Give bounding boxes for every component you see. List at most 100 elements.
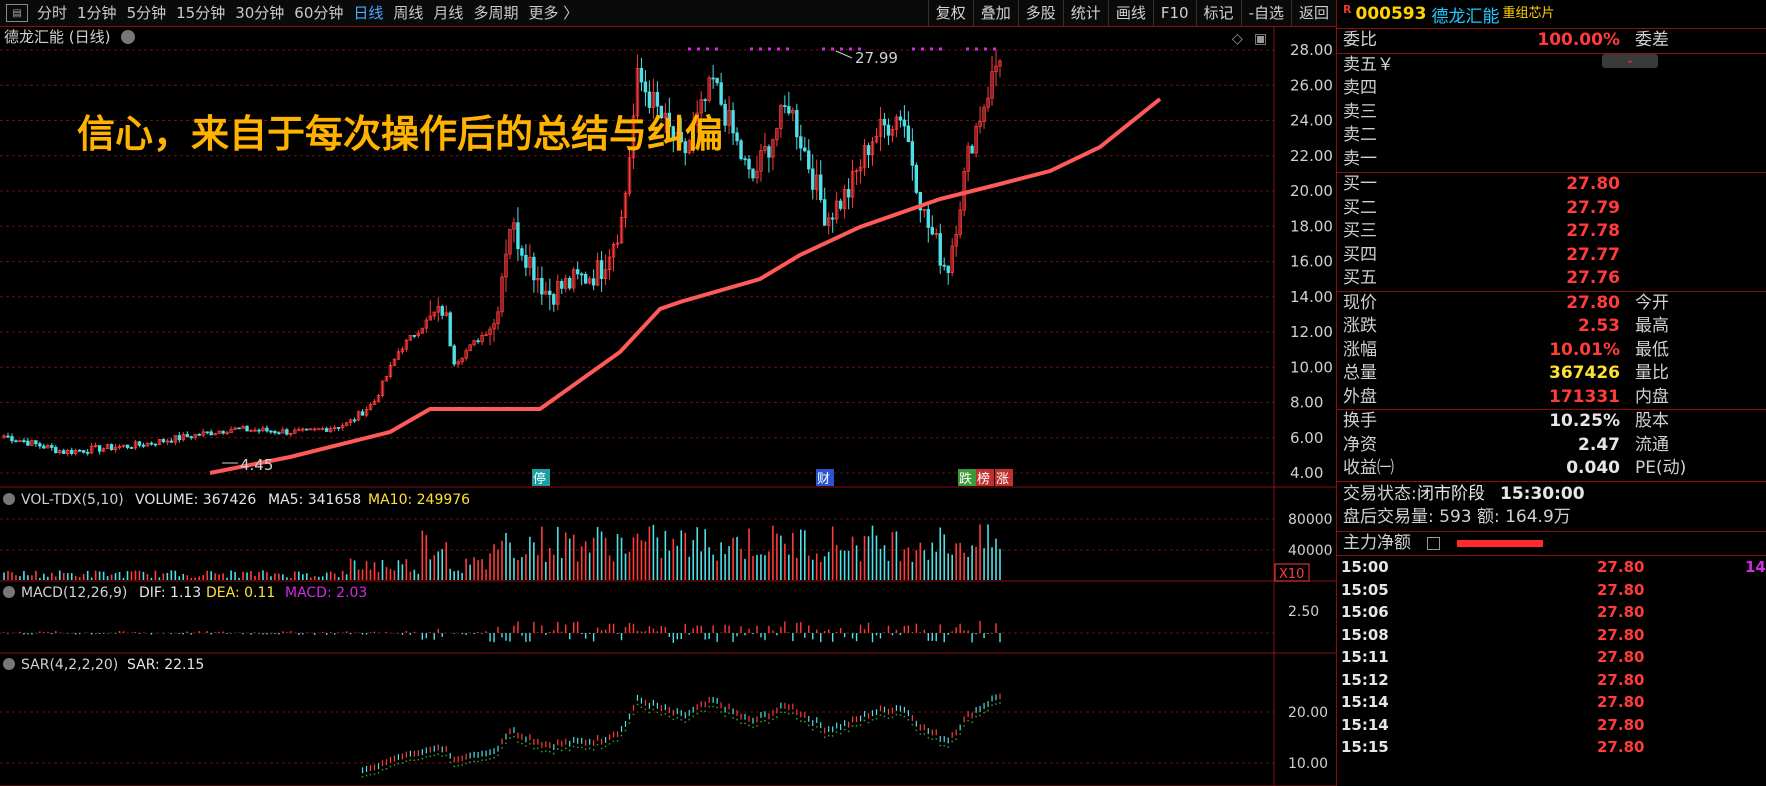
sell-row[interactable]: 卖三 — [1337, 101, 1766, 125]
quote-row: 外盘 171331 内盘 — [1337, 386, 1766, 410]
period-tab-3[interactable]: 15分钟 — [171, 0, 230, 27]
tick-price: 27.80 — [1597, 603, 1645, 621]
quote-value: 2.53 — [1578, 316, 1620, 336]
tick-row[interactable]: 15:11 27.80 — [1337, 646, 1766, 669]
vol-volume: VOLUME: 367426 — [135, 492, 256, 508]
quote-value: 27.80 — [1566, 292, 1620, 313]
sell-row[interactable]: 卖五￥ — [1337, 54, 1766, 78]
fundamental-label: 换手 — [1343, 411, 1377, 431]
stock-name[interactable]: 德龙汇能 — [1431, 2, 1499, 27]
sell-orders: ⌄ 卖五￥ 卖四 卖三 卖二 卖一 — [1337, 53, 1766, 173]
period-tab-0[interactable]: 分时 — [32, 0, 72, 27]
period-tab-4[interactable]: 30分钟 — [230, 0, 289, 27]
toolbar-button-0[interactable]: 复权 — [927, 0, 973, 27]
toolbar-button-2[interactable]: 多股 — [1017, 0, 1063, 27]
event-marker[interactable]: 停 — [533, 471, 546, 487]
sell-row[interactable]: 卖二 — [1337, 124, 1766, 148]
buy-row[interactable]: 买二 27.79 — [1337, 197, 1766, 221]
settings-icon[interactable]: ◇ — [1232, 31, 1243, 47]
main-flow-section: 主力净额 — [1337, 532, 1766, 556]
window-icon[interactable]: ▣ — [1254, 31, 1267, 47]
period-tab-9[interactable]: 多周期 — [468, 0, 523, 27]
price-axis-label: 22.00 — [1290, 147, 1333, 165]
tick-row[interactable]: 15:05 27.80 — [1337, 579, 1766, 602]
quote-stats: 现价 27.80 今开 涨跌 2.53 最高 涨幅 10.01% 最低 总量 3674… — [1337, 292, 1766, 410]
buy-level-price: 27.77 — [1566, 244, 1620, 265]
tick-price: 27.80 — [1597, 558, 1645, 576]
r-mark: R — [1343, 3, 1352, 16]
toolbar-button-7[interactable]: -自选 — [1240, 0, 1291, 27]
chevron-down-icon[interactable] — [121, 30, 135, 44]
tick-row[interactable]: 15:14 27.80 — [1337, 691, 1766, 714]
sell-row[interactable]: 卖四 — [1337, 77, 1766, 101]
tick-row[interactable]: 15:08 27.80 — [1337, 624, 1766, 647]
tick-row[interactable]: 15:14 27.80 — [1337, 714, 1766, 737]
toolbar-button-1[interactable]: 叠加 — [972, 0, 1018, 27]
sell-level-label: 卖三 — [1343, 101, 1377, 122]
tick-row[interactable]: 15:00 27.80 14 — [1337, 556, 1766, 579]
tick-time: 15:12 — [1341, 670, 1389, 689]
sell-level-label: 卖四 — [1343, 78, 1377, 98]
stock-concept-tag[interactable]: 重组芯片 — [1502, 2, 1554, 21]
chart-title: 德龙汇能 (日线) — [4, 28, 110, 46]
event-marker[interactable]: 跌 — [959, 471, 972, 487]
period-tab-10[interactable]: 更多 〉 — [523, 0, 583, 27]
buy-row[interactable]: 买一 27.80 — [1337, 173, 1766, 197]
tick-row[interactable]: 15:15 27.80 — [1337, 736, 1766, 759]
toolbar-buttons: 复权 叠加 多股 统计 画线 F10 标记 -自选 返回 — [927, 0, 1336, 27]
quote-panel: R 000593 德龙汇能 重组芯片 委比 100.00% 委差 ⌄ 卖五￥ 卖四… — [1336, 0, 1766, 786]
price-axis-label: 20.00 — [1290, 182, 1333, 200]
price-axis-label: 12.00 — [1290, 323, 1333, 341]
macd-collapse-icon[interactable] — [3, 586, 15, 598]
sar-axis-label: 20.00 — [1288, 705, 1328, 721]
buy-level-label: 买三 — [1343, 221, 1377, 241]
sell-row[interactable]: 卖一 — [1337, 148, 1766, 172]
event-marker[interactable]: 涨 — [996, 472, 1009, 487]
vol-collapse-icon[interactable] — [3, 493, 15, 505]
event-marker[interactable]: 财 — [817, 472, 830, 487]
period-tab-7[interactable]: 周线 — [388, 0, 428, 27]
buy-row[interactable]: 买四 27.77 — [1337, 244, 1766, 268]
price-axis: 28.00 26.00 24.00 22.00 20.00 18.00 16.00 14.00… — [1290, 41, 1333, 482]
sar-indicator-name: SAR(4,2,2,20) — [21, 657, 118, 673]
period-tab-6[interactable]: 日线 — [348, 0, 388, 27]
vol-ma5: MA5: 341658 — [268, 492, 361, 508]
quote-label-2: 今开 — [1635, 292, 1669, 313]
price-axis-label: 16.00 — [1290, 253, 1333, 271]
period-tab-1[interactable]: 1分钟 — [72, 0, 122, 27]
toolbar-button-5[interactable]: F10 — [1152, 0, 1196, 27]
macd-value: MACD: 2.03 — [285, 585, 367, 601]
vol-axis-label: 40000 — [1288, 543, 1333, 559]
sar-collapse-icon[interactable] — [3, 658, 15, 670]
period-tab-8[interactable]: 月线 — [428, 0, 468, 27]
volume-axis: 80000 40000 — [1288, 512, 1333, 559]
toolbar-button-8[interactable]: 返回 — [1290, 0, 1336, 27]
buy-orders: 买一 27.80 买二 27.79 买三 27.78 买四 27.77 买五 27.76 — [1337, 173, 1766, 292]
high-arrow — [835, 50, 853, 59]
tick-price: 27.80 — [1597, 580, 1645, 599]
weibi-value: 100.00% — [1537, 30, 1620, 50]
macd-bars — [3, 620, 1001, 643]
period-tab-5[interactable]: 60分钟 — [289, 0, 348, 27]
buy-row[interactable]: 买三 27.78 — [1337, 220, 1766, 244]
period-tab-2[interactable]: 5分钟 — [122, 0, 172, 27]
tick-row[interactable]: 15:12 27.80 — [1337, 669, 1766, 692]
toolbar-button-4[interactable]: 画线 — [1107, 0, 1153, 27]
fundamental-value: 2.47 — [1578, 434, 1620, 455]
event-marker[interactable]: 榜 — [977, 471, 990, 487]
tick-row[interactable]: 15:06 27.80 — [1337, 601, 1766, 624]
weicha-label: 委差 — [1635, 30, 1669, 50]
price-axis-label: 14.00 — [1290, 288, 1333, 306]
toolbar-button-6[interactable]: 标记 — [1195, 0, 1241, 27]
vol-indicator-name: VOL-TDX(5,10) — [21, 492, 124, 508]
menu-icon[interactable]: ▤ — [6, 4, 28, 22]
stock-code[interactable]: 000593 — [1355, 4, 1426, 24]
buy-row[interactable]: 买五 27.76 — [1337, 267, 1766, 291]
toolbar-button-3[interactable]: 统计 — [1062, 0, 1108, 27]
stock-header: R 000593 德龙汇能 重组芯片 — [1337, 0, 1766, 29]
tick-list[interactable]: 15:00 27.80 14 15:05 27.80 15:06 27.80 15… — [1337, 556, 1766, 759]
kline-chart[interactable]: 德龙汇能 (日线) 信心，来自于每次操作后的总结与纠偏 ◇ ▣ 27.99 4.… — [0, 27, 1336, 786]
calculator-icon[interactable] — [1427, 536, 1440, 550]
quote-label-2: 内盘 — [1635, 386, 1669, 407]
tick-price: 27.80 — [1597, 693, 1645, 711]
